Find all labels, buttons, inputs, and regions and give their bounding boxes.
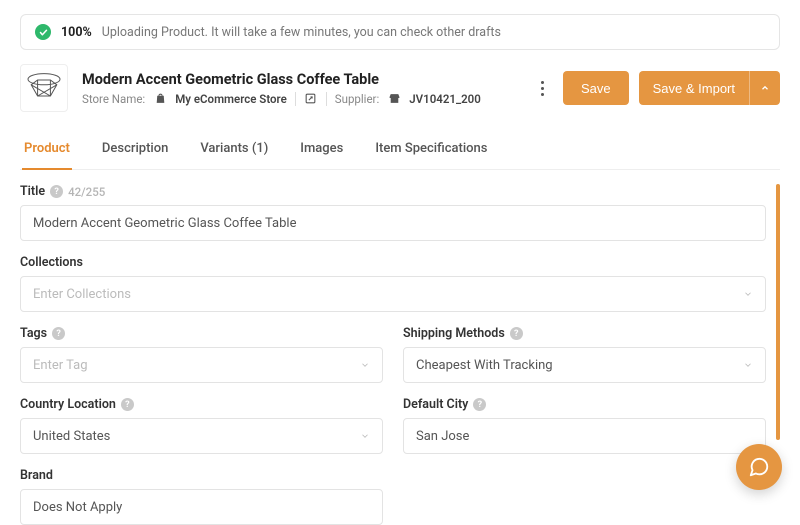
default-city-input[interactable] [403,418,766,454]
tab-images[interactable]: Images [298,131,345,170]
tab-bar: Product Description Variants (1) Images … [20,130,491,169]
title-input[interactable] [20,205,766,241]
title-char-count: 42/255 [68,185,105,199]
country-location-value: United States [33,429,110,444]
store-name-value: My eCommerce Store [175,92,287,106]
shipping-help-icon[interactable]: ? [510,327,523,340]
save-and-import-button[interactable]: Save & Import [639,71,749,105]
city-help-icon[interactable]: ? [473,398,486,411]
tab-product[interactable]: Product [22,131,72,170]
tags-help-icon[interactable]: ? [52,327,65,340]
chevron-down-icon [743,360,753,370]
collections-label: Collections [20,255,83,270]
tags-select[interactable]: Enter Tag [20,347,383,383]
chevron-down-icon [743,289,753,299]
product-title-heading: Modern Accent Geometric Glass Coffee Tab… [82,71,519,88]
brand-label: Brand [20,468,53,483]
store-bag-icon [153,92,167,106]
shipping-methods-value: Cheapest With Tracking [416,358,553,373]
save-button[interactable]: Save [563,71,629,105]
scroll-indicator[interactable] [776,184,780,440]
chevron-down-icon [360,431,370,441]
supplier-label: Supplier: [335,92,379,106]
supplier-store-icon [387,92,401,106]
default-city-label: Default City [403,397,468,412]
tags-placeholder: Enter Tag [33,358,88,373]
separator [295,92,296,106]
supplier-code: JV10421_200 [409,92,481,106]
separator [326,92,327,106]
brand-input[interactable] [20,489,383,525]
product-thumbnail [20,64,68,112]
country-help-icon[interactable]: ? [121,398,134,411]
upload-message: Uploading Product. It will take a few mi… [102,25,501,40]
country-location-select[interactable]: United States [20,418,383,454]
shipping-methods-select[interactable]: Cheapest With Tracking [403,347,766,383]
more-actions-menu[interactable] [533,77,553,100]
collections-select[interactable]: Enter Collections [20,276,766,312]
collections-placeholder: Enter Collections [33,287,131,302]
save-and-import-dropdown[interactable] [749,71,780,105]
country-location-label: Country Location [20,397,116,412]
upload-status-banner: 100% Uploading Product. It will take a f… [20,14,780,50]
success-check-icon [35,24,51,40]
upload-percent: 100% [61,25,92,40]
tags-label: Tags [20,326,47,341]
tab-item-specifications[interactable]: Item Specifications [373,131,489,170]
shipping-methods-label: Shipping Methods [403,326,505,341]
open-external-icon[interactable] [304,92,318,106]
chat-support-button[interactable] [736,444,782,490]
product-header: Modern Accent Geometric Glass Coffee Tab… [20,64,780,112]
store-name-label: Store Name: [82,92,145,106]
title-label: Title [20,184,45,199]
title-help-icon[interactable]: ? [50,185,63,198]
tab-variants[interactable]: Variants (1) [198,131,270,170]
chevron-down-icon [360,360,370,370]
title-label-row: Title ? 42/255 [20,184,766,199]
tab-description[interactable]: Description [100,131,170,170]
